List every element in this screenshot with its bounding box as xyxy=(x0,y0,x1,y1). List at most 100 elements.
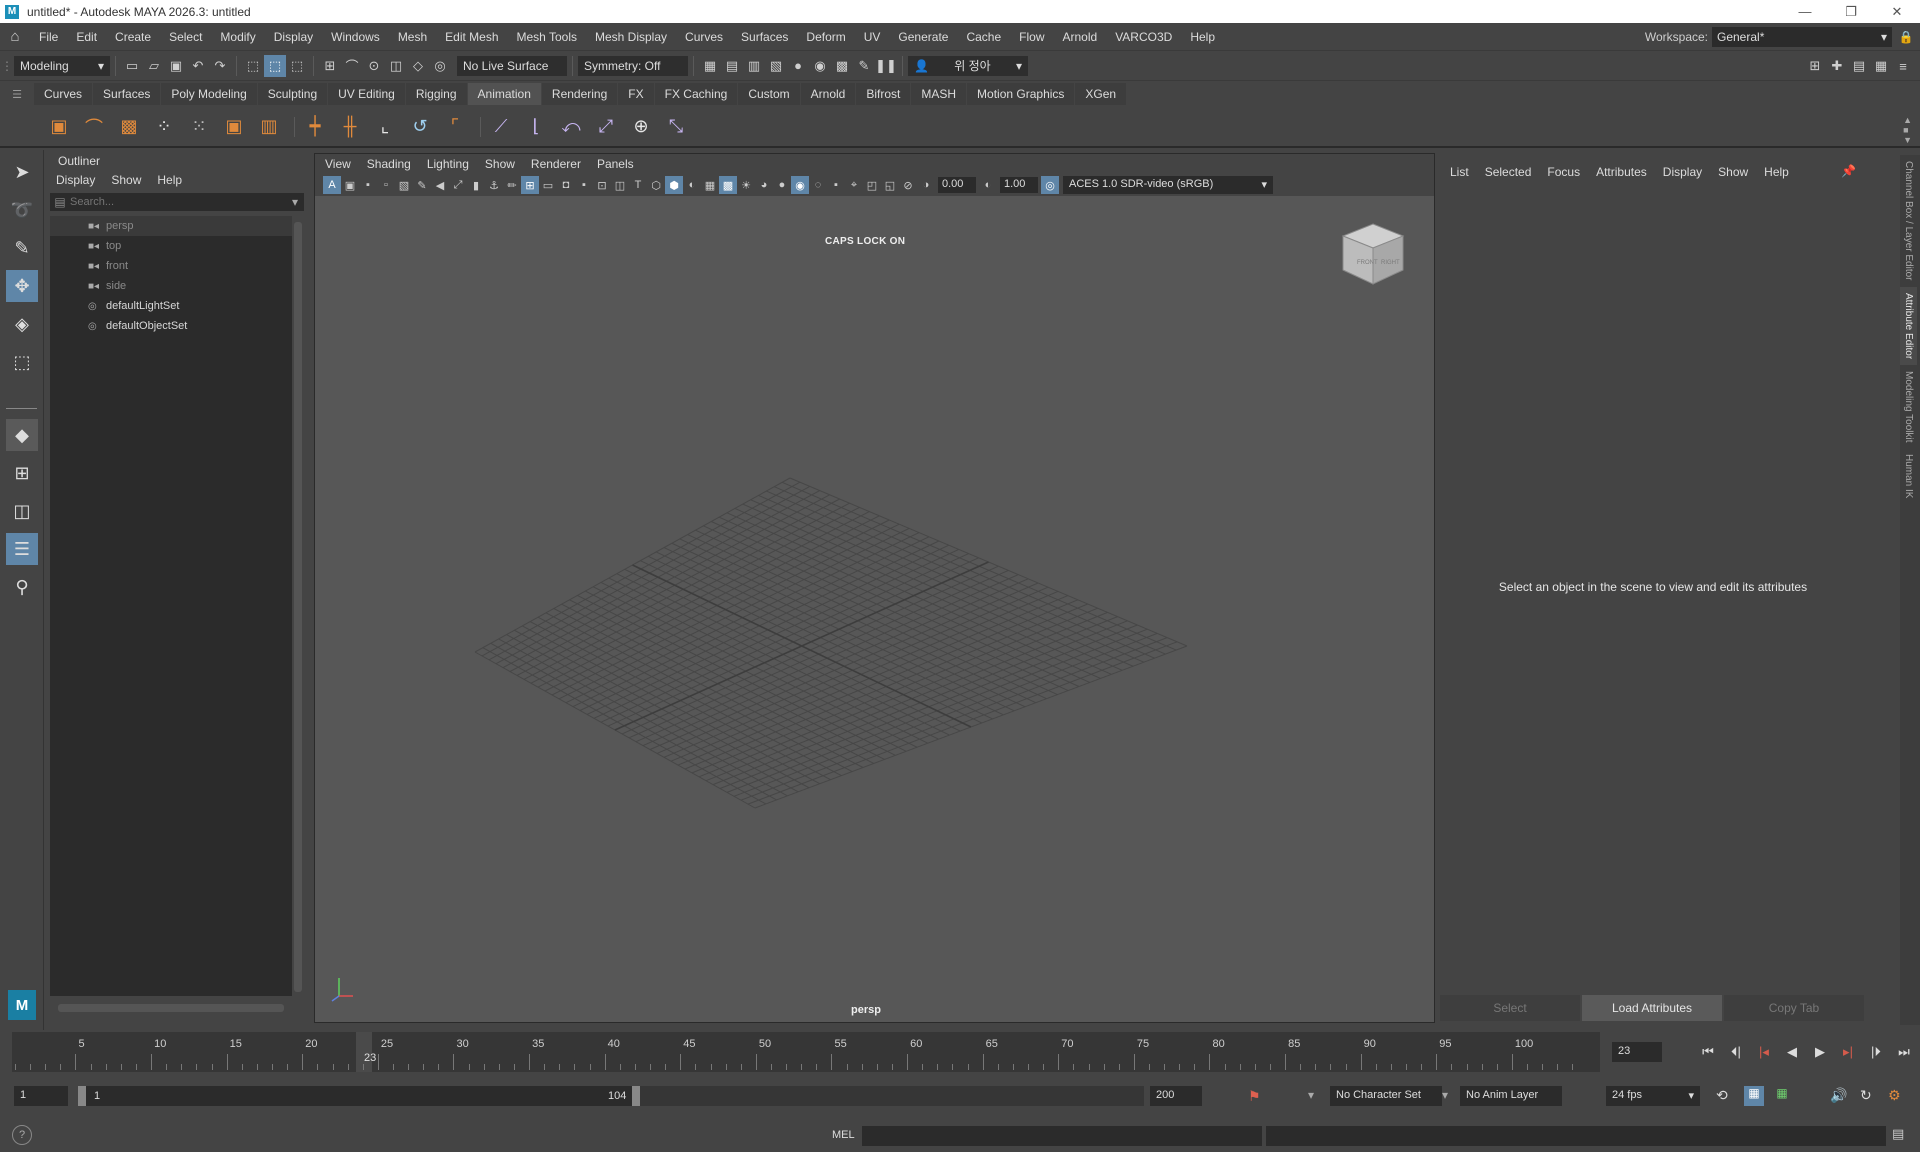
filter-icon[interactable]: ▤ xyxy=(50,195,70,209)
shelf-tab-custom[interactable]: Custom xyxy=(738,83,800,105)
time-slider[interactable]: 23 5 10 15 20 25 30 35 40 45 50 55 60 65 70 75 80 85 90 95… xyxy=(12,1032,1600,1072)
joint-icon[interactable]: ┿ xyxy=(300,112,330,142)
pole-vector-icon[interactable]: ⤡ xyxy=(661,112,691,142)
film-gate-icon[interactable]: ▭ xyxy=(539,176,557,194)
chevron-down-icon[interactable]: ▾ xyxy=(1308,1088,1314,1102)
cache-playback-icon[interactable]: ▦ xyxy=(1744,1086,1764,1106)
smooth-shade-icon[interactable]: ⬢ xyxy=(665,176,683,194)
view-cube[interactable]: FRONT RIGHT xyxy=(1337,220,1409,292)
field-chart-icon[interactable]: ⊡ xyxy=(593,176,611,194)
hypershade-icon[interactable]: ● xyxy=(787,55,809,77)
shadows-icon[interactable]: ☀ xyxy=(737,176,755,194)
clip-icon[interactable]: ▣ xyxy=(44,112,74,142)
script-editor-icon[interactable]: ▤ xyxy=(1892,1126,1912,1146)
menu-edit-mesh[interactable]: Edit Mesh xyxy=(436,30,507,44)
workspace-dropdown[interactable]: General* ▾ xyxy=(1712,27,1892,47)
render-frame-icon[interactable]: ▦ xyxy=(699,55,721,77)
ae-menu-display[interactable]: Display xyxy=(1663,165,1702,179)
menu-edit[interactable]: Edit xyxy=(67,30,106,44)
menu-varco3d[interactable]: VARCO3D xyxy=(1106,30,1181,44)
shelf-menu-icon[interactable]: ☰ xyxy=(0,88,34,101)
auto-key-icon[interactable]: ⚑ xyxy=(1248,1088,1261,1105)
render-settings-icon[interactable]: ▧ xyxy=(765,55,787,77)
menu-uv[interactable]: UV xyxy=(855,30,890,44)
select-camera-icon[interactable]: A xyxy=(323,176,341,194)
ae-menu-focus[interactable]: Focus xyxy=(1547,165,1580,179)
color-space-dropdown[interactable]: ACES 1.0 SDR-video (sRGB) ▾ xyxy=(1063,176,1273,194)
search-icon[interactable]: ⚲ xyxy=(6,571,38,603)
outliner-layout-icon[interactable]: ☰ xyxy=(6,533,38,565)
menu-mesh[interactable]: Mesh xyxy=(389,30,436,44)
pencil-icon[interactable]: ✏ xyxy=(503,176,521,194)
load-attributes-button[interactable]: Load Attributes xyxy=(1582,995,1722,1021)
move-tool-icon[interactable]: ✥ xyxy=(6,270,38,302)
menu-mesh-display[interactable]: Mesh Display xyxy=(586,30,676,44)
single-pane-layout-icon[interactable]: ◆ xyxy=(6,419,38,451)
menu-file[interactable]: File xyxy=(30,30,67,44)
range-end-handle[interactable] xyxy=(632,1086,640,1106)
outliner-item-persp[interactable]: ■◂ persp xyxy=(50,216,292,236)
pin-icon[interactable]: 📌 xyxy=(1841,164,1856,178)
ambient-occlusion-icon[interactable]: ◕ xyxy=(755,176,773,194)
outliner-vertical-scrollbar[interactable] xyxy=(294,222,302,992)
isolate-select-icon[interactable]: ▪ xyxy=(827,176,845,194)
ipr-render-icon[interactable]: ▥ xyxy=(743,55,765,77)
outliner-search-input[interactable] xyxy=(70,196,270,208)
character-set-dropdown[interactable]: No Character Set xyxy=(1330,1086,1442,1106)
ae-menu-selected[interactable]: Selected xyxy=(1485,165,1532,179)
ae-menu-show[interactable]: Show xyxy=(1718,165,1748,179)
minimize-icon[interactable]: — xyxy=(1782,0,1828,23)
snap-live-icon[interactable]: ◎ xyxy=(429,55,451,77)
viewport-menu-renderer[interactable]: Renderer xyxy=(531,157,581,171)
anti-aliasing-icon[interactable]: ◉ xyxy=(791,176,809,194)
outliner-horizontal-scrollbar[interactable] xyxy=(58,1004,284,1012)
tab-modeling-toolkit[interactable]: Modeling Toolkit xyxy=(1900,365,1917,449)
viewport-menu-view[interactable]: View xyxy=(325,157,351,171)
copy-tab-button[interactable]: Copy Tab xyxy=(1724,995,1864,1021)
outliner-item-top[interactable]: ■◂ top xyxy=(50,236,292,256)
gate-mask-icon[interactable]: ▪ xyxy=(575,176,593,194)
anim-layer-dropdown[interactable]: No Anim Layer xyxy=(1460,1086,1562,1106)
lock-icon[interactable]: 🔒 xyxy=(1892,30,1920,44)
shelf-tab-fx[interactable]: FX xyxy=(618,83,654,105)
outliner-item-side[interactable]: ■◂ side xyxy=(50,276,292,296)
snap-grid-icon[interactable]: ⊞ xyxy=(319,55,341,77)
snap-view-icon[interactable]: ◫ xyxy=(385,55,407,77)
play-backwards-icon[interactable]: ◀ xyxy=(1778,1044,1806,1060)
xray-active-icon[interactable]: ◱ xyxy=(881,176,899,194)
live-surface-field[interactable]: No Live Surface xyxy=(457,55,567,76)
modeling-toolkit-toggle-icon[interactable]: ⊞ xyxy=(1804,55,1826,77)
scale-tool-icon[interactable]: ⬚ xyxy=(6,346,38,378)
bookmarks-icon[interactable]: ▪ xyxy=(359,176,377,194)
two-d-pan-icon[interactable]: ▧ xyxy=(395,176,413,194)
go-to-start-icon[interactable]: ⏮ xyxy=(1694,1044,1722,1060)
undo-icon[interactable]: ↶ xyxy=(187,55,209,77)
restore-icon[interactable]: ❐ xyxy=(1828,0,1874,23)
fps-dropdown[interactable]: 24 fps ▾ xyxy=(1606,1086,1700,1106)
xray-joints-icon[interactable]: ◰ xyxy=(863,176,881,194)
ik-spline-icon[interactable]: ↺ xyxy=(405,112,435,142)
shelf-scroll[interactable]: ▲ ■ ▼ xyxy=(1903,115,1912,145)
step-back-frame-icon[interactable]: ⏴| xyxy=(1722,1044,1750,1060)
outliner-item-front[interactable]: ■◂ front xyxy=(50,256,292,276)
ae-menu-attributes[interactable]: Attributes xyxy=(1596,165,1647,179)
resolution-gate-icon[interactable]: ◘ xyxy=(557,176,575,194)
shelf-tab-uv-editing[interactable]: UV Editing xyxy=(328,83,405,105)
ghost-icon[interactable]: ▩ xyxy=(114,112,144,142)
range-start-handle[interactable] xyxy=(78,1086,86,1106)
wireframe-icon[interactable]: ⬡ xyxy=(647,176,665,194)
two-pane-layout-icon[interactable]: ◫ xyxy=(6,495,38,527)
tool-settings-toggle-icon[interactable]: ▦ xyxy=(1870,55,1892,77)
gamma-icon[interactable]: ◐ xyxy=(979,176,997,194)
use-all-lights-icon[interactable]: ▩ xyxy=(719,176,737,194)
command-input[interactable] xyxy=(862,1126,1262,1146)
backface-icon[interactable]: ⊘ xyxy=(899,176,917,194)
viewport-menu-panels[interactable]: Panels xyxy=(597,157,634,171)
menu-help[interactable]: Help xyxy=(1181,30,1224,44)
select-object-icon[interactable]: ⬚ xyxy=(264,54,286,77)
safe-action-icon[interactable]: ◫ xyxy=(611,176,629,194)
breakdown-icon[interactable]: ⁙ xyxy=(184,112,214,142)
depth-of-field-icon[interactable]: ◌ xyxy=(809,176,827,194)
arnold-render-icon[interactable]: ◉ xyxy=(809,55,831,77)
save-scene-icon[interactable]: ▣ xyxy=(165,55,187,77)
